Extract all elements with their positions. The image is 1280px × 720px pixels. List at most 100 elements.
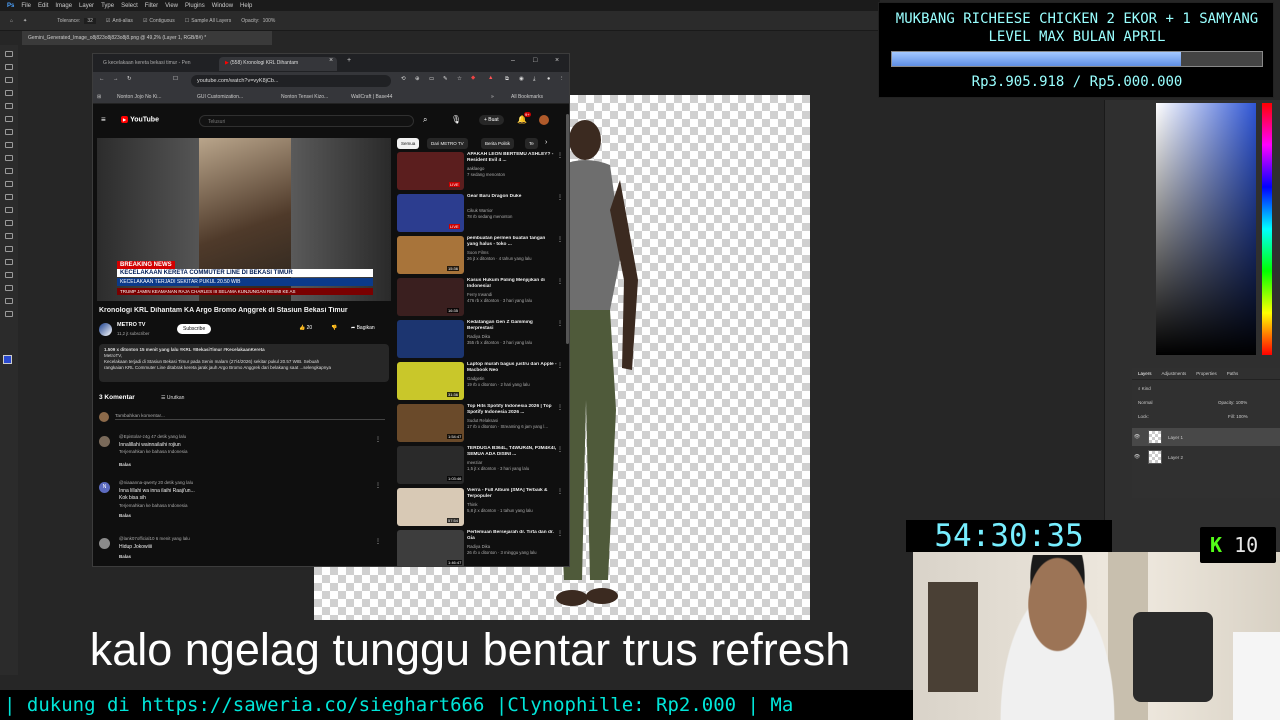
fill-field[interactable]: Fill: 100%: [1228, 414, 1248, 419]
edit-icon[interactable]: ✎: [443, 76, 448, 82]
recommended-video[interactable]: LIVE Gear Baru Dragon Duke Cikuk Warrior 78…: [397, 194, 567, 234]
comment-menu-icon[interactable]: ⋮: [375, 538, 381, 545]
shape-tool-icon[interactable]: [5, 285, 13, 291]
scrollbar[interactable]: [566, 114, 569, 344]
bookmark-item[interactable]: GUI Customization...: [197, 94, 243, 100]
magic-wand-icon[interactable]: ✦: [23, 18, 27, 24]
reply-button[interactable]: Balas: [119, 554, 131, 559]
recommended-video[interactable]: 1:03:46 TERDUGA B364L, T4WUR4N, P3M4K4I, …: [397, 446, 567, 486]
comment-handle[interactable]: @niaaanna-qwerty 20 detik yang lalu: [119, 480, 193, 485]
opacity-input[interactable]: 100%: [263, 18, 276, 24]
video-thumbnail[interactable]: [397, 320, 464, 358]
contiguous-checkbox[interactable]: ☑: [143, 18, 147, 24]
commenter-avatar[interactable]: [99, 538, 110, 549]
search-icon[interactable]: ⌕: [423, 115, 427, 125]
video-title[interactable]: Kasus Hukum Paling Menjijikan di Indones…: [467, 278, 557, 290]
url-field[interactable]: youtube.com/watch?v=vyK8jCb...: [191, 75, 391, 87]
crop-tool-icon[interactable]: [5, 103, 13, 109]
kind-filter[interactable]: ⌕ Kind: [1138, 386, 1151, 391]
video-menu-icon[interactable]: ⋮: [557, 530, 563, 537]
comment-handle[interactable]: @lank07official10 6 menit yang lalu: [119, 536, 190, 541]
download-icon[interactable]: ⤓: [533, 76, 535, 83]
account-avatar[interactable]: [539, 115, 549, 125]
video-menu-icon[interactable]: ⋮: [557, 446, 563, 453]
translate-link[interactable]: Terjemahkan ke bahasa Indonesia: [119, 449, 188, 454]
tab-layers[interactable]: Layers: [1138, 371, 1152, 376]
minimize-button[interactable]: –: [511, 57, 515, 64]
menu-filter[interactable]: Filter: [145, 3, 158, 9]
commenter-avatar[interactable]: [99, 436, 110, 447]
comment-handle[interactable]: @Epistolar-z4g 47 detik yang lalu: [119, 434, 186, 439]
recommended-video[interactable]: 15:36 pembuatan permen buatan tangan yang…: [397, 236, 567, 276]
youtube-logo[interactable]: YouTube: [121, 116, 159, 123]
video-menu-icon[interactable]: ⋮: [557, 236, 563, 243]
menu-window[interactable]: Window: [212, 3, 233, 9]
frame-tool-icon[interactable]: [5, 116, 13, 122]
comment-menu-icon[interactable]: ⋮: [375, 436, 381, 443]
foreground-color-swatch[interactable]: [3, 355, 12, 364]
video-title[interactable]: Vierra - Full Album [SMA] Terbaik & Terp…: [467, 488, 557, 500]
recommended-video[interactable]: Kedatangan Gen Z Gamming Berprestasi Radi…: [397, 320, 567, 360]
recommended-video[interactable]: LIVE APAKAH LEON BERTEMU ASHLEY? - Reside…: [397, 152, 567, 192]
star-icon[interactable]: ☆: [457, 76, 462, 82]
screenshot-icon[interactable]: ▭: [429, 76, 434, 82]
menu-file[interactable]: File: [21, 3, 31, 9]
hue-slider[interactable]: [1262, 103, 1272, 355]
tab-properties[interactable]: Properties: [1196, 371, 1217, 376]
all-bookmarks-folder[interactable]: All Bookmarks: [511, 94, 543, 100]
blur-tool-icon[interactable]: [5, 220, 13, 226]
hamburger-menu-icon[interactable]: ≡: [101, 115, 106, 124]
stamp-tool-icon[interactable]: [5, 168, 13, 174]
menu-view[interactable]: View: [165, 3, 178, 9]
blend-mode-select[interactable]: Normal: [1138, 400, 1153, 405]
menu-help[interactable]: Help: [240, 3, 252, 9]
browser-tab-search[interactable]: G kecelakaan kereta bekasi timur - Pen: [97, 57, 215, 71]
youtube-search-input[interactable]: Telusuri: [199, 115, 414, 127]
close-tab-icon[interactable]: ×: [329, 57, 333, 64]
path-selection-tool-icon[interactable]: [5, 272, 13, 278]
layer-row[interactable]: 👁 Layer 2: [1132, 448, 1280, 466]
type-tool-icon[interactable]: [5, 259, 13, 265]
extensions-puzzle-icon[interactable]: ⧉: [505, 76, 509, 83]
translate-link[interactable]: Terjemahkan ke bahasa Indonesia: [119, 503, 188, 508]
eraser-tool-icon[interactable]: [5, 194, 13, 200]
reply-button[interactable]: Balas: [119, 513, 131, 518]
video-title[interactable]: Pertemuan Bersejarah dr. Tirta dan dr. G…: [467, 530, 557, 542]
video-title[interactable]: Gear Baru Dragon Duke: [467, 194, 557, 200]
recommended-video[interactable]: 57:54 Vierra - Full Album [SMA] Terbaik &…: [397, 488, 567, 528]
video-title[interactable]: Laptop murah bagus justru dari Apple - M…: [467, 362, 557, 374]
history-brush-tool-icon[interactable]: [5, 181, 13, 187]
recommended-video[interactable]: 1:54:47 Top Hits Spotify Indonesia 2026 |…: [397, 404, 567, 444]
menu-layer[interactable]: Layer: [79, 3, 94, 9]
adblock-icon[interactable]: ▲: [488, 75, 493, 81]
tolerance-input[interactable]: 32: [84, 17, 96, 24]
bookmark-item[interactable]: Nonton Jojo No Ki...: [117, 94, 161, 100]
tab-paths[interactable]: Paths: [1227, 371, 1239, 376]
layer-row[interactable]: 👁 Layer 1: [1132, 428, 1280, 446]
create-button[interactable]: + Buat: [479, 115, 504, 125]
sort-comments-button[interactable]: ☰ Urutkan: [161, 395, 184, 401]
opacity-field[interactable]: Opacity: 100%: [1218, 400, 1247, 405]
commenter-avatar[interactable]: N: [99, 482, 110, 493]
forward-icon[interactable]: →: [113, 76, 119, 82]
menu-edit[interactable]: Edit: [38, 3, 48, 9]
hand-tool-icon[interactable]: [5, 298, 13, 304]
menu-image[interactable]: Image: [55, 3, 72, 9]
recommended-video[interactable]: 1:46:47 Pertemuan Bersejarah dr. Tirta da…: [397, 530, 567, 566]
tab-adjustments[interactable]: Adjustments: [1162, 371, 1187, 376]
video-menu-icon[interactable]: ⋮: [557, 278, 563, 285]
back-icon[interactable]: ←: [99, 76, 105, 82]
video-menu-icon[interactable]: ⋮: [557, 320, 563, 327]
marquee-tool-icon[interactable]: [5, 64, 13, 70]
menu-type[interactable]: Type: [101, 3, 114, 9]
more-bookmarks-icon[interactable]: »: [491, 94, 494, 100]
video-title[interactable]: TERDUGA B364L, T4WUR4N, P3M4K4I, SEMUA A…: [467, 446, 557, 458]
recommended-video[interactable]: 16:35 Kasus Hukum Paling Menjijikan di In…: [397, 278, 567, 318]
healing-tool-icon[interactable]: [5, 142, 13, 148]
video-menu-icon[interactable]: ⋮: [557, 404, 563, 411]
maximize-button[interactable]: □: [533, 57, 537, 64]
video-title[interactable]: APAKAH LEON BERTEMU ASHLEY? - Resident E…: [467, 152, 557, 164]
microphone-icon[interactable]: 🎙: [451, 115, 461, 124]
eyedropper-tool-icon[interactable]: [5, 129, 13, 135]
channel-avatar[interactable]: [99, 323, 112, 336]
